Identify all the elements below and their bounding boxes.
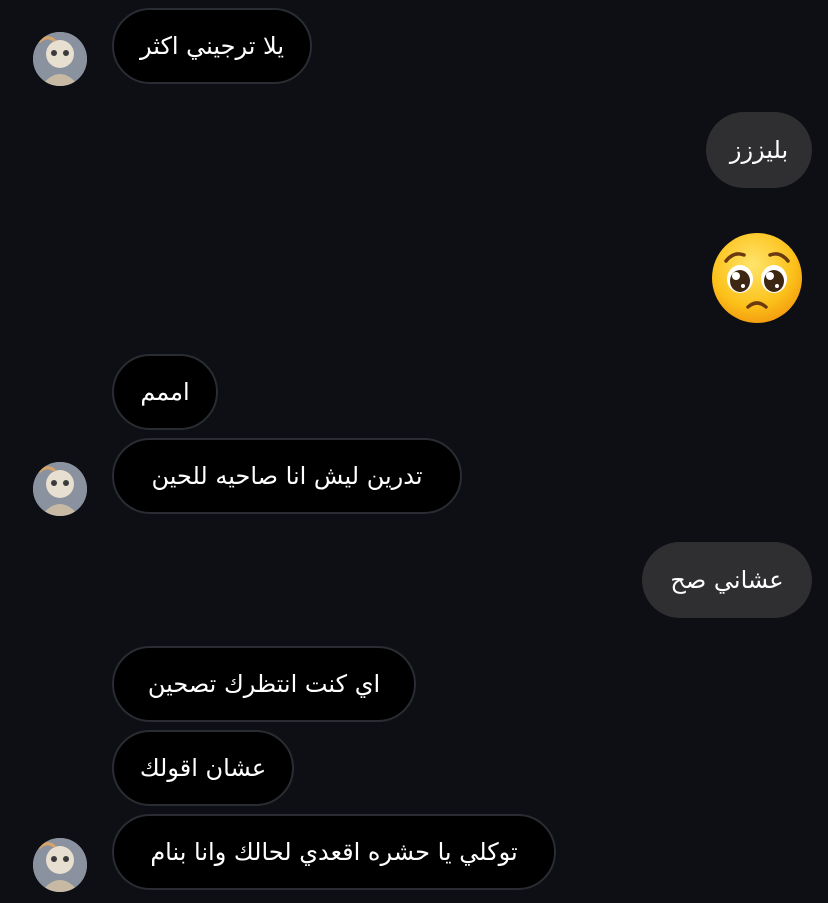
contact-avatar[interactable] [33, 462, 87, 516]
message-bubble-incoming[interactable]: عشان اقولك [112, 730, 294, 806]
message-text: يلا ترجيني اكثر [139, 32, 285, 60]
message-text: اممم [140, 378, 190, 406]
avatar-image [33, 32, 87, 86]
avatar-image [33, 838, 87, 892]
message-bubble-incoming[interactable]: توكلي يا حشره اقعدي لحالك وانا بنام [112, 814, 556, 890]
message-text: عشان اقولك [139, 754, 267, 782]
message-bubble-outgoing[interactable]: عشاني صح [642, 542, 812, 618]
message-bubble-outgoing[interactable]: بليززز [706, 112, 812, 188]
contact-avatar[interactable] [33, 838, 87, 892]
message-text: عشاني صح [670, 566, 784, 594]
avatar-image [33, 462, 87, 516]
contact-avatar[interactable] [33, 32, 87, 86]
pleading-face-icon[interactable] [710, 231, 804, 325]
message-text: تدرين ليش انا صاحيه للحين [151, 462, 423, 490]
message-bubble-incoming[interactable]: يلا ترجيني اكثر [112, 8, 312, 84]
message-bubble-incoming[interactable]: تدرين ليش انا صاحيه للحين [112, 438, 462, 514]
message-bubble-incoming[interactable]: اممم [112, 354, 218, 430]
message-text: توكلي يا حشره اقعدي لحالك وانا بنام [150, 838, 518, 866]
message-bubble-incoming[interactable]: اي كنت انتظرك تصحين [112, 646, 416, 722]
message-text: بليززز [729, 136, 789, 164]
message-text: اي كنت انتظرك تصحين [147, 670, 381, 698]
